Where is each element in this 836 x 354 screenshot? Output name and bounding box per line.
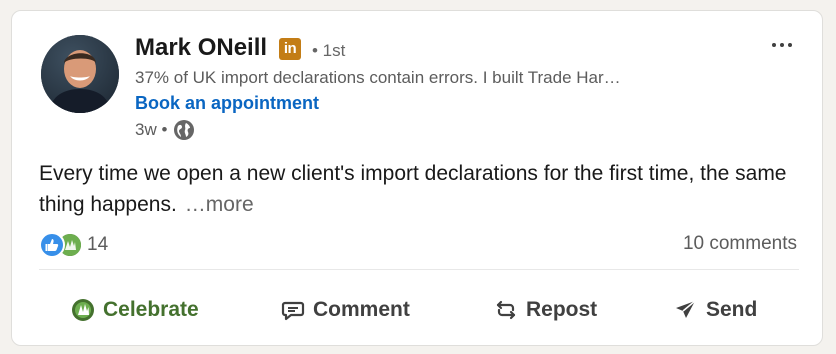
- feed-post-card: Mark ONeill in • 1st 37% of UK import de…: [11, 10, 823, 346]
- author-avatar[interactable]: [41, 35, 119, 113]
- globe-icon: [173, 119, 195, 141]
- celebrate-icon: [72, 299, 94, 321]
- send-button[interactable]: Send: [674, 289, 757, 331]
- repost-label: Repost: [526, 298, 598, 321]
- send-label: Send: [706, 298, 758, 321]
- more-horizontal-icon[interactable]: [764, 33, 800, 57]
- send-icon: [676, 300, 696, 318]
- celebrate-label: Celebrate: [103, 298, 199, 321]
- author-name[interactable]: Mark ONeill: [135, 34, 267, 62]
- comment-label: Comment: [313, 298, 410, 321]
- book-appointment-link[interactable]: Book an appointment: [135, 92, 319, 114]
- comments-count-link[interactable]: 10 comments: [683, 233, 797, 255]
- avatar-photo: [41, 35, 119, 113]
- like-reaction-icon: [39, 232, 65, 258]
- see-more-link[interactable]: …more: [185, 193, 254, 216]
- comment-button[interactable]: Comment: [281, 289, 410, 331]
- social-actions-bar: Celebrate Comment Repost Send: [39, 289, 799, 331]
- divider: [39, 269, 799, 270]
- comment-icon: [281, 301, 305, 321]
- reaction-count: 14: [87, 234, 109, 255]
- post-timestamp: 3w •: [135, 120, 168, 139]
- post-meta: 3w •: [135, 119, 195, 141]
- linkedin-premium-badge-icon: in: [279, 38, 301, 60]
- connection-degree: • 1st: [312, 41, 346, 60]
- celebrate-button[interactable]: Celebrate: [71, 289, 199, 331]
- repost-icon: [496, 300, 516, 320]
- reactions-summary[interactable]: 14: [39, 232, 108, 258]
- post-body: Every time we open a new client's import…: [39, 158, 799, 220]
- author-headline: 37% of UK import declarations contain er…: [135, 68, 621, 87]
- repost-button[interactable]: Repost: [494, 289, 597, 331]
- post-body-text: Every time we open a new client's import…: [39, 162, 787, 216]
